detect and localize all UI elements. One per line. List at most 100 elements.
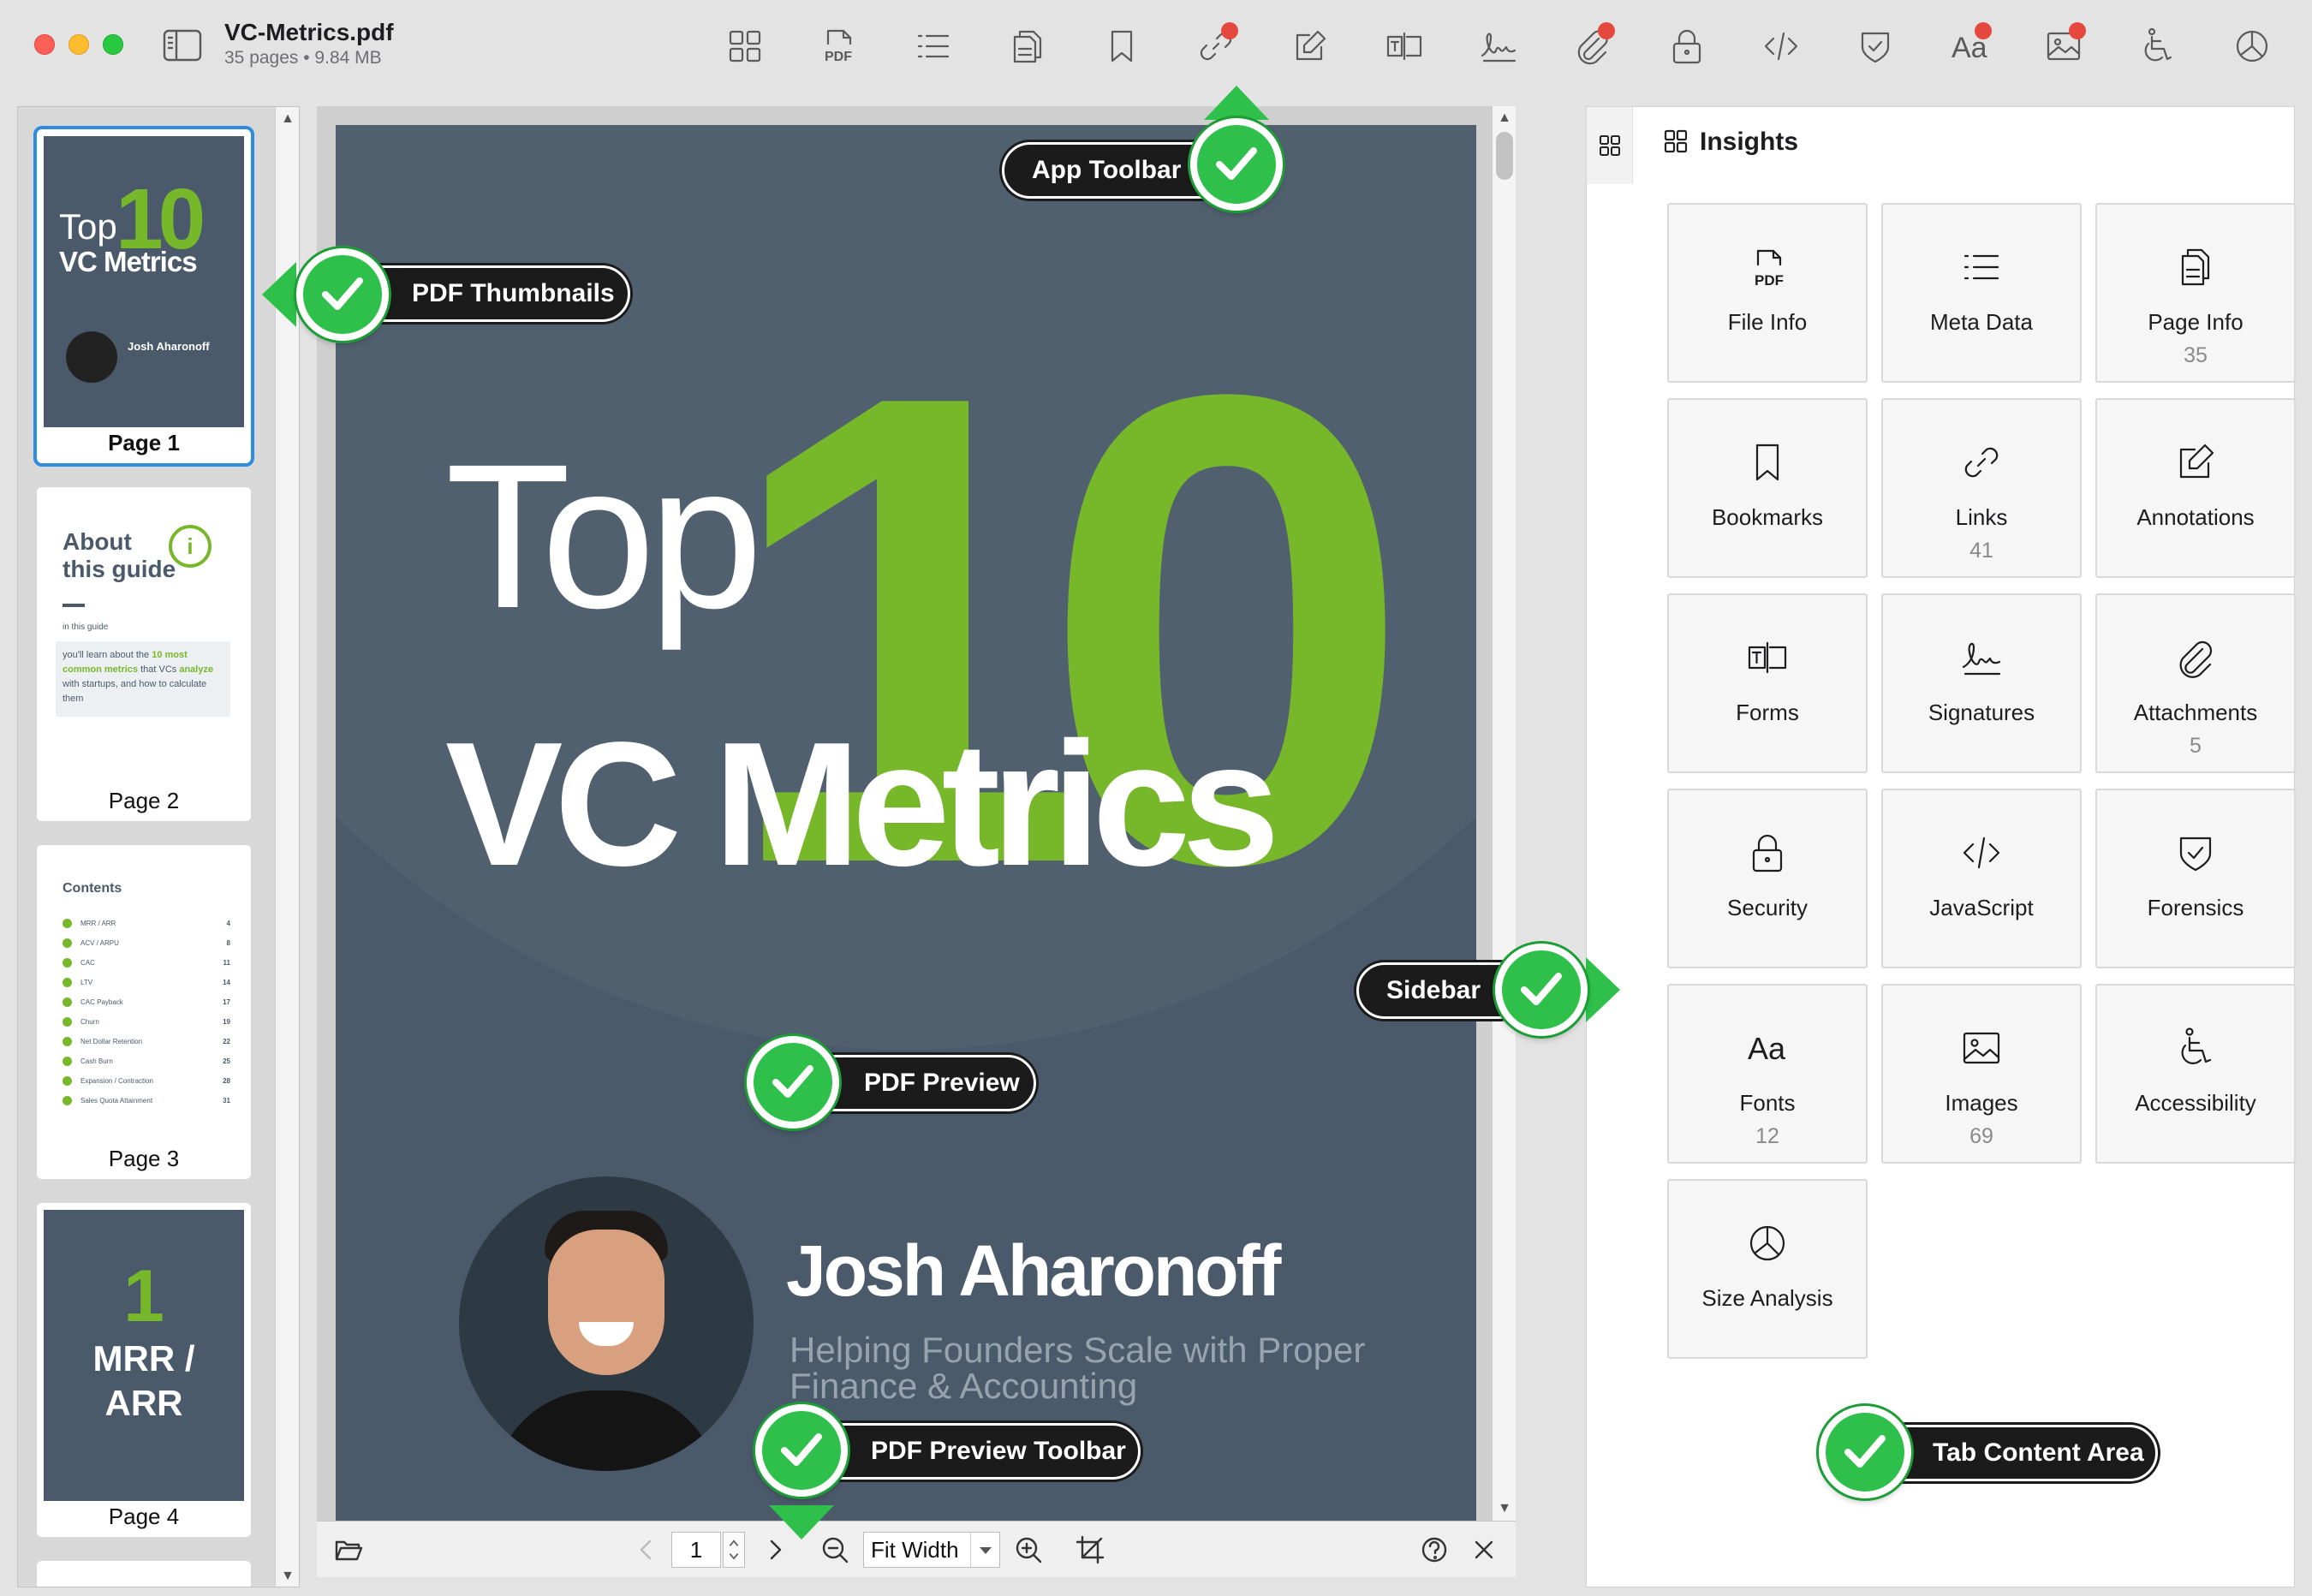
toc-item-page: 14 <box>223 979 230 986</box>
list-icon <box>1883 246 2080 292</box>
page-stepper[interactable] <box>723 1532 745 1568</box>
callout-pointer <box>1204 86 1269 120</box>
scroll-down-arrow[interactable]: ▼ <box>1493 1497 1516 1521</box>
insight-tile-file-info[interactable]: PDF File Info <box>1667 203 1868 383</box>
insight-tile-bookmarks[interactable]: Bookmarks <box>1667 398 1868 578</box>
scroll-down-arrow[interactable]: ▼ <box>276 1564 299 1587</box>
zoom-window-button[interactable] <box>103 34 123 55</box>
tile-count: 35 <box>2184 343 2208 367</box>
thumbnail-page-4[interactable]: 1 MRR / ARR Page 4 <box>37 1203 251 1537</box>
scroll-up-arrow[interactable]: ▲ <box>1493 106 1516 130</box>
close-icon[interactable] <box>1466 1532 1502 1568</box>
pie-chart-icon[interactable] <box>2226 21 2278 72</box>
code-icon[interactable] <box>1755 21 1807 72</box>
thumb-intro-box: you'll learn about the 10 most common me… <box>56 641 230 717</box>
thumbnail-page-2[interactable]: About this guide i in this guide you'll … <box>37 487 251 821</box>
insight-tile-links[interactable]: Links 41 <box>1881 398 2082 578</box>
page-info-icon <box>2097 246 2294 292</box>
tile-label: Signatures <box>1928 700 2035 725</box>
thumbnail-page-3[interactable]: Contents MRR / ARR 4 ACV / ARPU 8 CAC 11 LTV 14… <box>37 845 251 1179</box>
thumbnail-label: Page 4 <box>108 1504 180 1529</box>
bookmark-icon[interactable] <box>1096 21 1147 72</box>
toc-row: CAC Payback 17 <box>63 992 230 1012</box>
thumbnail-page-1[interactable]: 10 Top VC Metrics Josh Aharonoff Page 1 <box>33 126 254 467</box>
close-window-button[interactable] <box>34 34 55 55</box>
tile-label: Forensics <box>2147 895 2244 920</box>
page-info-icon[interactable] <box>1002 21 1053 72</box>
pdf-file-icon[interactable]: PDF <box>813 21 865 72</box>
page-number-input[interactable]: 1 <box>671 1532 721 1568</box>
insight-tile-meta-data[interactable]: Meta Data <box>1881 203 2082 383</box>
previous-page-icon[interactable] <box>629 1532 664 1568</box>
annotation-icon <box>2097 441 2294 487</box>
thumbnail-page-5[interactable] <box>37 1561 251 1587</box>
insight-tile-forms[interactable]: Forms <box>1667 593 1868 773</box>
insight-tile-page-info[interactable]: Page Info 35 <box>2095 203 2296 383</box>
insight-tile-attachments[interactable]: Attachments 5 <box>2095 593 2296 773</box>
sidebar-toggle-icon[interactable] <box>163 29 202 62</box>
insight-tile-security[interactable]: Security <box>1667 789 1868 968</box>
tile-label: Attachments <box>2133 700 2258 725</box>
toc-item-page: 19 <box>223 1018 230 1026</box>
insight-tile-forensics[interactable]: Forensics <box>2095 789 2296 968</box>
minimize-window-button[interactable] <box>69 34 89 55</box>
accessibility-icon[interactable] <box>2132 21 2184 72</box>
lock-icon <box>1669 831 1866 878</box>
insight-tile-images[interactable]: Images 69 <box>1881 984 2082 1164</box>
shield-icon[interactable] <box>1850 21 1901 72</box>
toc-row: Churn 19 <box>63 1012 230 1032</box>
callout-pdf-preview-toolbar: PDF Preview Toolbar <box>796 1423 1141 1480</box>
thumb-about: About <box>63 528 132 555</box>
tile-label: Links <box>1955 504 2008 530</box>
annotation-icon[interactable] <box>1284 21 1336 72</box>
insight-tile-fonts[interactable]: Aa Fonts 12 <box>1667 984 1868 1164</box>
pdf-preview-toolbar: 1 Fit Width <box>317 1521 1516 1577</box>
form-field-icon[interactable] <box>1379 21 1430 72</box>
check-icon <box>747 1036 839 1129</box>
link-icon[interactable] <box>1190 21 1242 72</box>
toc-item-name: Sales Quota Attainment <box>80 1097 153 1105</box>
toc-row: Expansion / Contraction 28 <box>63 1071 230 1091</box>
thumbnails-grid-icon[interactable] <box>719 21 771 72</box>
check-icon <box>1495 944 1588 1036</box>
app-toolbar: VC-Metrics.pdf 35 pages • 9.84 MB PDF Aa <box>0 0 2312 94</box>
thumbnail-label: Page 2 <box>108 788 180 813</box>
fonts-icon[interactable]: Aa <box>1944 21 1995 72</box>
insight-tile-signatures[interactable]: Signatures <box>1881 593 2082 773</box>
insight-tile-size-analysis[interactable]: Size Analysis <box>1667 1179 1868 1359</box>
svg-text:PDF: PDF <box>825 50 852 64</box>
pdf-page: 10 Top VC Metrics Josh Aharonoff Helping… <box>336 125 1476 1521</box>
open-folder-icon[interactable] <box>331 1532 366 1568</box>
signature-icon[interactable] <box>1473 21 1524 72</box>
pdf-file-icon: PDF <box>1669 246 1866 292</box>
toc-bullet <box>63 1096 72 1106</box>
attachment-icon <box>2097 636 2294 682</box>
scroll-up-arrow[interactable]: ▲ <box>276 107 299 131</box>
author-photo <box>459 1176 754 1471</box>
scroll-thumb[interactable] <box>1496 132 1513 180</box>
thumb-this-guide: this guide <box>63 556 176 582</box>
insight-tile-javascript[interactable]: JavaScript <box>1881 789 2082 968</box>
thumbnails-scrollbar[interactable]: ▲ ▼ <box>275 107 299 1587</box>
callout-label: Sidebar <box>1386 976 1481 1004</box>
fonts-icon: Aa <box>1669 1027 1866 1073</box>
zoom-in-icon[interactable] <box>1010 1532 1046 1568</box>
crop-icon[interactable] <box>1072 1532 1108 1568</box>
preview-scrollbar[interactable]: ▲ ▼ <box>1492 106 1516 1521</box>
lock-icon[interactable] <box>1661 21 1713 72</box>
insights-sidebar: Insights PDF File Info Meta Data Page Info 3… <box>1586 106 2296 1587</box>
signature-icon <box>1883 636 2080 682</box>
bookmark-icon <box>1669 441 1866 487</box>
insight-tile-annotations[interactable]: Annotations <box>2095 398 2296 578</box>
thumb-contents-title: Contents <box>63 881 122 896</box>
list-icon[interactable] <box>908 21 959 72</box>
toc-bullet <box>63 938 72 949</box>
vc-metrics-heading: VC Metrics <box>445 706 1280 902</box>
insight-tile-accessibility[interactable]: Accessibility <box>2095 984 2296 1164</box>
help-icon[interactable] <box>1416 1532 1452 1568</box>
attachment-icon[interactable] <box>1567 21 1618 72</box>
insights-tab-icon[interactable] <box>1599 134 1621 157</box>
zoom-select[interactable]: Fit Width <box>863 1532 1000 1568</box>
image-icon[interactable] <box>2038 21 2089 72</box>
thumbnail-image: Contents MRR / ARR 4 ACV / ARPU 8 CAC 11 LTV 14… <box>44 852 244 1143</box>
